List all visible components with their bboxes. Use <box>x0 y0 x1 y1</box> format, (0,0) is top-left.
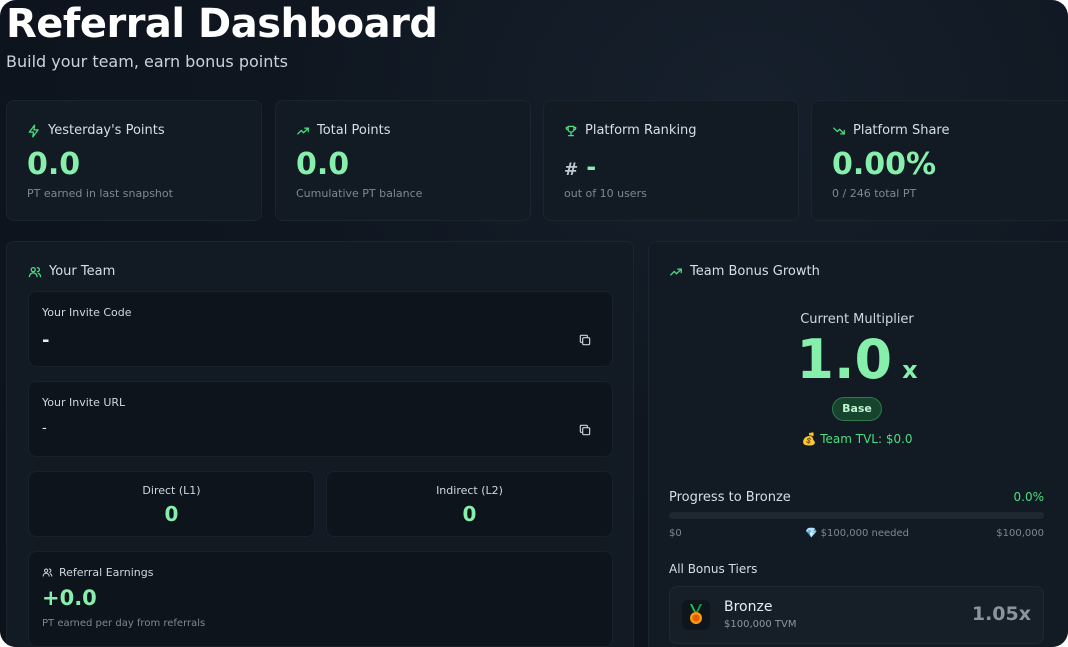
stat-card-total-points: Total Points 0.0 Cumulative PT balance <box>275 100 531 221</box>
stat-caption: PT earned in last snapshot <box>27 187 173 200</box>
indirect-label: Indirect (L2) <box>436 484 503 497</box>
progress-max: $100,000 <box>996 528 1044 539</box>
tier-row-bronze: Bronze $100,000 TVM 1.05x <box>669 586 1044 644</box>
tier-multiplier: 1.05x <box>971 603 1031 625</box>
stat-caption: out of 10 users <box>564 187 647 200</box>
multiplier-suffix: x <box>902 356 918 384</box>
stat-value: 0.0 <box>296 147 350 182</box>
stat-card-platform-ranking: Platform Ranking # - out of 10 users <box>543 100 799 221</box>
indirect-referrals-tile: Indirect (L2) 0 <box>326 471 613 537</box>
direct-count: 0 <box>164 502 179 526</box>
stat-label: Platform Share <box>853 123 950 138</box>
indirect-count: 0 <box>462 502 477 526</box>
medal-icon <box>690 604 702 624</box>
stat-card-platform-share: Platform Share 0.00% 0 / 246 total PT <box>811 100 1068 221</box>
invite-url-value: - <box>42 421 47 436</box>
stat-value: 0.00% <box>832 147 937 182</box>
stat-label: Yesterday's Points <box>48 123 165 138</box>
page-title: Referral Dashboard <box>6 1 438 47</box>
your-team-panel: Your Team Your Invite Code - Your Invite… <box>6 241 634 647</box>
users-icon <box>42 568 53 577</box>
stat-label: Platform Ranking <box>585 123 697 138</box>
invite-url-label: Your Invite URL <box>42 396 126 409</box>
earnings-value: +0.0 <box>42 586 97 610</box>
earnings-label: Referral Earnings <box>59 566 154 579</box>
progress-bar <box>669 512 1044 519</box>
lightning-icon <box>28 124 39 137</box>
invite-code-box: Your Invite Code - <box>28 291 613 367</box>
page-subtitle: Build your team, earn bonus points <box>6 52 288 71</box>
stat-value: - <box>586 153 597 181</box>
copy-icon[interactable] <box>578 333 592 347</box>
team-tvl: 💰 Team TVL: $0.0 <box>801 432 913 446</box>
dashboard-window: Referral Dashboard Build your team, earn… <box>0 0 1068 647</box>
invite-code-value: - <box>42 330 50 351</box>
tier-badge: Base <box>832 397 882 421</box>
invite-code-label: Your Invite Code <box>42 306 132 319</box>
team-bonus-panel: Team Bonus Growth Current Multiplier 1.0… <box>648 241 1068 647</box>
trending-down-icon <box>833 126 845 135</box>
stat-caption: 0 / 246 total PT <box>832 187 917 200</box>
tier-requirement: $100,000 TVM <box>724 619 797 630</box>
users-icon <box>28 266 42 277</box>
progress-percent: 0.0% <box>1013 490 1045 504</box>
section-title: Your Team <box>49 264 116 279</box>
rank-prefix: # <box>564 159 579 180</box>
stat-card-yesterday-points: Yesterday's Points 0.0 PT earned in last… <box>6 100 262 221</box>
referral-earnings-box: Referral Earnings +0.0 PT earned per day… <box>28 551 613 647</box>
multiplier-label: Current Multiplier <box>800 312 914 327</box>
multiplier-value: 1.0 <box>796 328 893 391</box>
trending-up-icon <box>670 267 682 276</box>
copy-icon[interactable] <box>578 423 592 437</box>
invite-url-box: Your Invite URL - <box>28 381 613 457</box>
earnings-caption: PT earned per day from referrals <box>42 618 206 629</box>
stat-caption: Cumulative PT balance <box>296 187 423 200</box>
direct-label: Direct (L1) <box>142 484 201 497</box>
stat-label: Total Points <box>317 123 391 138</box>
tier-name: Bronze <box>724 599 773 615</box>
all-tiers-label: All Bonus Tiers <box>669 562 758 576</box>
progress-label: Progress to Bronze <box>669 490 791 505</box>
stat-value: 0.0 <box>27 147 81 182</box>
trending-up-icon <box>297 126 309 135</box>
section-title: Team Bonus Growth <box>690 264 820 279</box>
direct-referrals-tile: Direct (L1) 0 <box>28 471 315 537</box>
trophy-icon <box>565 125 577 136</box>
